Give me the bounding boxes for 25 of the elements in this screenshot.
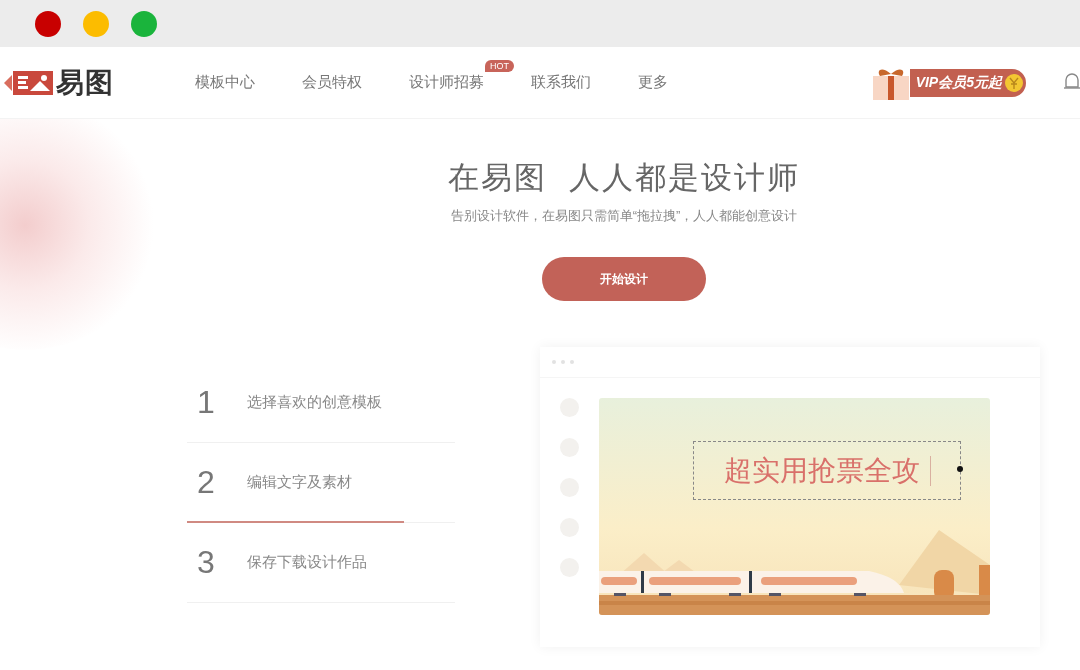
nav-link[interactable]: 会员特权 xyxy=(302,73,362,92)
step-number: 3 xyxy=(197,544,216,581)
start-design-button[interactable]: 开始设计 xyxy=(542,257,706,301)
step-label: 编辑文字及素材 xyxy=(247,473,352,492)
nav-link[interactable]: 更多 xyxy=(638,73,668,92)
logo-icon xyxy=(4,68,54,97)
coin-icon xyxy=(1004,72,1024,93)
step-item[interactable]: 1 选择喜欢的创意模板 xyxy=(187,363,455,443)
nav-link[interactable]: 联系我们 xyxy=(531,73,591,92)
maximize-window-button[interactable] xyxy=(131,10,157,37)
step-number: 1 xyxy=(197,384,216,421)
nav-link[interactable]: 模板中心 xyxy=(195,73,255,92)
canvas-title-text: 超实用抢票全攻 xyxy=(723,453,920,488)
step-number: 2 xyxy=(197,464,216,501)
step-item[interactable]: 3 保存下载设计作品 xyxy=(187,523,455,603)
step-label: 选择喜欢的创意模板 xyxy=(247,393,382,412)
step-item[interactable]: 2 编辑文字及素材 xyxy=(187,443,455,523)
hero-title: 在易图 人人都是设计师 xyxy=(448,159,800,197)
close-window-button[interactable] xyxy=(35,10,61,37)
resize-handle[interactable] xyxy=(957,466,963,472)
text-cursor xyxy=(929,455,931,486)
hot-badge: HOT xyxy=(485,60,514,72)
step-label: 保存下载设计作品 xyxy=(247,553,367,572)
logo-text: 易图 xyxy=(56,65,114,100)
hero-subtitle: 告别设计软件，在易图只需简单“拖拉拽”，人人都能创意设计 xyxy=(450,207,798,225)
